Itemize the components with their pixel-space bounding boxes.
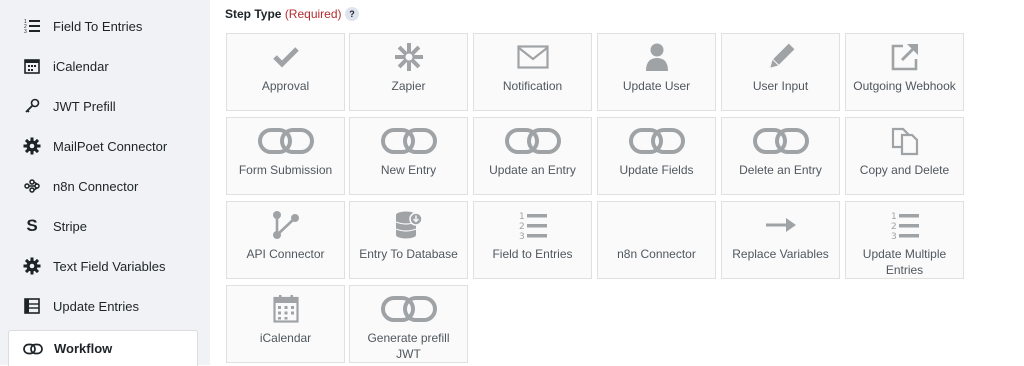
sidebar-item-icalendar[interactable]: iCalendar (8, 48, 196, 84)
step-type-label: Update an Entry (489, 163, 576, 177)
step-type-panel: Step Type (Required) ? Approval Zapier N… (210, 0, 1024, 365)
svg-text:3: 3 (519, 232, 525, 240)
sidebar-item-text-field-variables[interactable]: Text Field Variables (8, 248, 196, 284)
step-type-update-multiple-entries[interactable]: 123 Update Multiple Entries (845, 201, 964, 279)
sidebar: 123 Field To Entries iCalendar JWT Prefi… (0, 0, 210, 366)
step-type-replace-variables[interactable]: Replace Variables (721, 201, 840, 279)
step-type-label: Notification (502, 79, 563, 93)
sidebar-item-n8n-connector[interactable]: n8n Connector (8, 168, 196, 204)
database-icon (350, 210, 467, 240)
step-type-label: User Input (752, 79, 809, 93)
sidebar-item-label: Text Field Variables (53, 258, 166, 274)
step-type-entry-to-database[interactable]: Entry To Database (349, 201, 468, 279)
step-type-label: n8n Connector (617, 247, 696, 261)
stripe-icon: S (26, 216, 38, 235)
calendar-icon (22, 56, 42, 76)
n8n-icon (22, 176, 42, 196)
step-type-field-to-entries[interactable]: 123 Field to Entries (473, 201, 592, 279)
step-type-label: Approval (261, 79, 310, 93)
step-type-n8n-connector[interactable]: n8n Connector (597, 201, 716, 279)
table-icon (22, 296, 42, 316)
numbered-list-icon: 123 (846, 210, 963, 240)
sidebar-item-label: Field To Entries (53, 18, 143, 34)
checkmark-icon (227, 42, 344, 72)
step-type-new-entry[interactable]: New Entry (349, 117, 468, 195)
step-type-zapier[interactable]: Zapier (349, 33, 468, 111)
sidebar-item-label: JWT Prefill (53, 98, 116, 114)
gear-icon (22, 256, 42, 276)
help-button[interactable]: ? (345, 7, 359, 21)
copy-icon (846, 126, 963, 156)
svg-text:2: 2 (519, 222, 525, 232)
sidebar-item-label: Workflow (54, 341, 113, 356)
step-type-notification[interactable]: Notification (473, 33, 592, 111)
step-type-label: Update Fields (619, 163, 694, 177)
sidebar-item-label: Update Entries (53, 298, 139, 314)
sidebar-item-label: MailPoet Connector (53, 138, 168, 154)
step-type-outgoing-webhook[interactable]: Outgoing Webhook (845, 33, 964, 111)
svg-text:2: 2 (891, 222, 897, 232)
sidebar-item-mailpoet-connector[interactable]: MailPoet Connector (8, 128, 196, 164)
external-link-icon (846, 42, 963, 72)
link-icon (722, 126, 839, 156)
heading-text: Step Type (225, 7, 282, 21)
numbered-list-icon: 123 (474, 210, 591, 240)
step-type-approval[interactable]: Approval (226, 33, 345, 111)
step-type-label: Delete an Entry (739, 163, 822, 177)
step-type-generate-prefill-jwt[interactable]: Generate prefill JWT (349, 285, 468, 363)
step-type-update-fields[interactable]: Update Fields (597, 117, 716, 195)
required-label: (Required) (284, 7, 342, 21)
step-type-heading: Step Type (Required) (225, 7, 342, 21)
link-icon (474, 126, 591, 156)
sidebar-item-label: n8n Connector (53, 178, 139, 194)
step-type-label: Copy and Delete (859, 163, 950, 177)
pencil-icon (722, 42, 839, 72)
numbered-list-icon: 123 (22, 16, 42, 36)
sidebar-item-jwt-prefill[interactable]: JWT Prefill (8, 88, 196, 124)
link-icon (350, 294, 467, 324)
svg-text:3: 3 (891, 232, 897, 240)
step-type-label: Form Submission (238, 163, 333, 177)
step-type-label: Update Multiple Entries (862, 247, 947, 277)
svg-text:1: 1 (519, 212, 525, 222)
sidebar-item-field-to-entries[interactable]: 123 Field To Entries (8, 8, 196, 44)
sidebar-item-label: Stripe (53, 218, 87, 234)
step-type-delete-an-entry[interactable]: Delete an Entry (721, 117, 840, 195)
step-type-label: Update User (622, 79, 691, 93)
step-type-form-submission[interactable]: Form Submission (226, 117, 345, 195)
user-icon (598, 42, 715, 72)
svg-text:3: 3 (24, 29, 27, 34)
step-type-label: Replace Variables (732, 247, 829, 261)
step-type-label: Zapier (391, 79, 426, 93)
share-icon (227, 210, 344, 240)
step-type-label: iCalendar (259, 331, 312, 345)
step-type-user-input[interactable]: User Input (721, 33, 840, 111)
step-type-update-user[interactable]: Update User (597, 33, 716, 111)
link-icon (598, 126, 715, 156)
gear-icon (22, 136, 42, 156)
step-type-label: Outgoing Webhook (853, 79, 956, 93)
step-type-update-an-entry[interactable]: Update an Entry (473, 117, 592, 195)
step-type-icalendar[interactable]: iCalendar (226, 285, 345, 363)
sidebar-item-update-entries[interactable]: Update Entries (8, 288, 196, 324)
zapier-icon (350, 42, 467, 72)
link-icon (23, 339, 43, 359)
envelope-icon (474, 42, 591, 72)
step-type-label: New Entry (380, 163, 437, 177)
step-type-copy-and-delete[interactable]: Copy and Delete (845, 117, 964, 195)
arrow-right-icon (722, 210, 839, 240)
key-icon (22, 96, 42, 116)
calendar-icon (227, 294, 344, 324)
sidebar-item-stripe[interactable]: S Stripe (8, 208, 196, 244)
step-type-api-connector[interactable]: API Connector (226, 201, 345, 279)
svg-text:1: 1 (891, 212, 897, 222)
sidebar-item-workflow[interactable]: Workflow (8, 330, 198, 366)
sidebar-item-label: iCalendar (53, 58, 109, 74)
step-type-label: Field to Entries (492, 247, 573, 261)
step-type-label: API Connector (246, 247, 325, 261)
link-icon (227, 126, 344, 156)
link-icon (350, 126, 467, 156)
step-type-label: Entry To Database (359, 247, 458, 261)
step-type-label: Generate prefill JWT (367, 331, 450, 361)
